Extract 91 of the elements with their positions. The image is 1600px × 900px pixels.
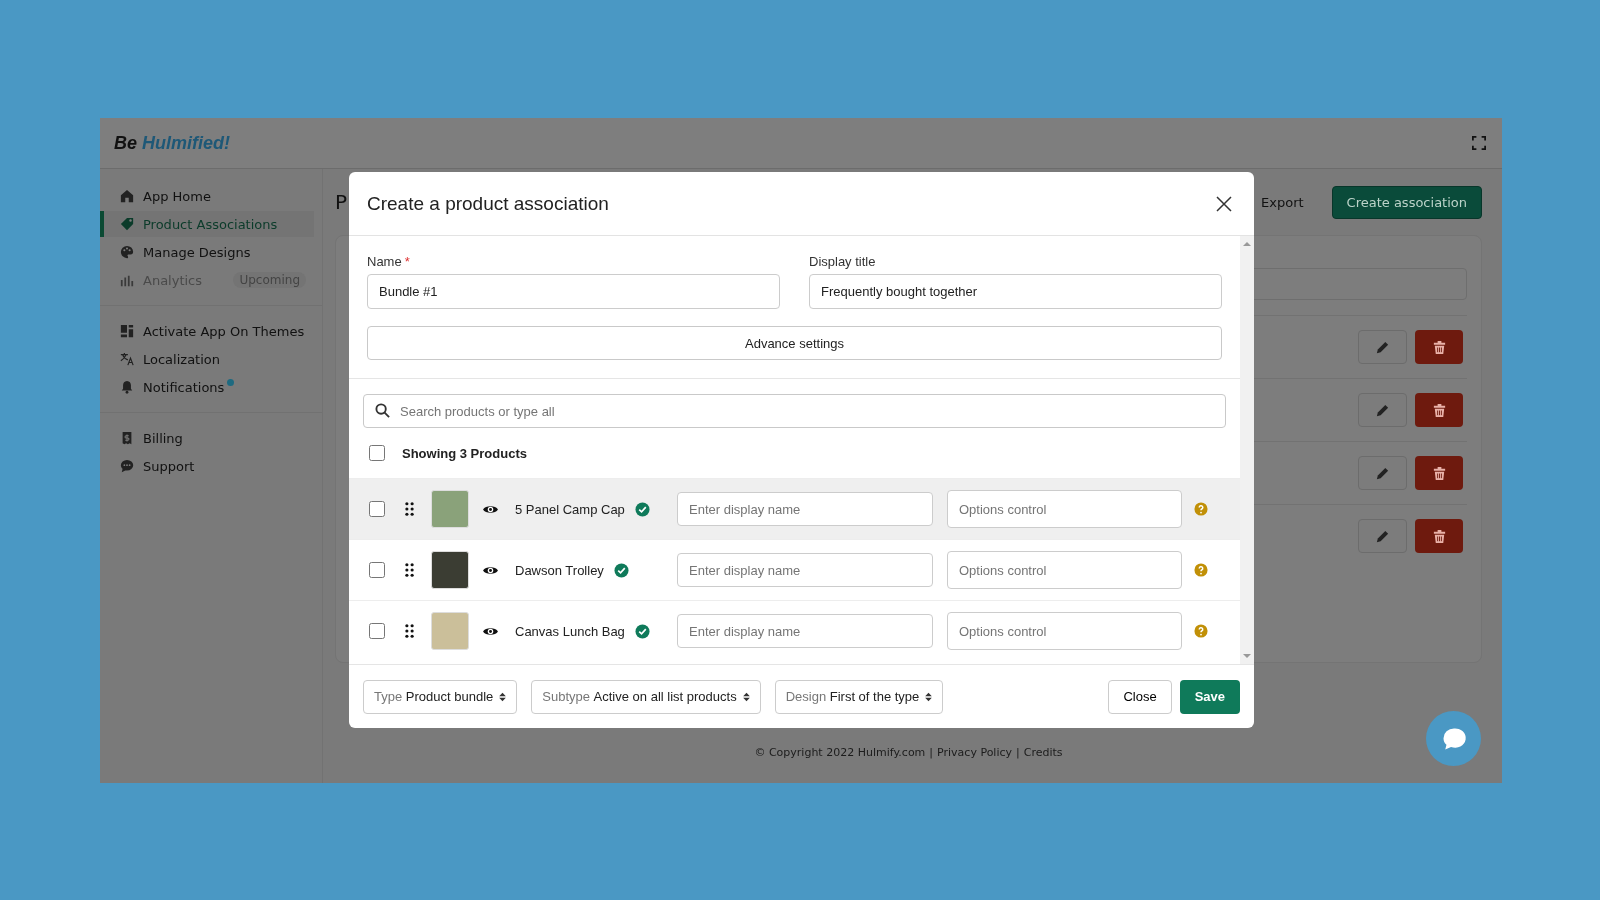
help-icon — [1194, 563, 1208, 577]
product-name: Canvas Lunch Bag — [515, 623, 625, 639]
field-label: Name * — [367, 254, 411, 269]
help-icon — [1194, 624, 1208, 638]
options-field[interactable]: Options control — [947, 612, 1182, 650]
fullscreen-icon[interactable] — [1472, 136, 1486, 150]
footer-link[interactable]: Privacy Policy — [937, 746, 1013, 759]
sidebar-item[interactable]: Notifications — [100, 374, 314, 400]
drag-handle-icon[interactable] — [405, 502, 414, 516]
sort-caret-icon — [742, 691, 750, 702]
options-field[interactable]: Options control — [947, 490, 1182, 528]
sidebar-item[interactable]: Support — [100, 453, 314, 479]
home-icon — [120, 189, 134, 203]
check-circle-icon — [634, 501, 650, 517]
save-button[interactable]: Save — [1179, 679, 1240, 714]
logo: Be Hulmified! — [114, 132, 230, 154]
footer-link[interactable]: Credits — [1023, 746, 1063, 759]
separator: | — [929, 746, 934, 759]
export-button[interactable]: Export — [1255, 193, 1310, 211]
dialog-title: Create a product association — [367, 192, 609, 215]
checkbox[interactable] — [369, 501, 385, 517]
photo-placeholder — [431, 551, 469, 589]
scroll-down-icon — [1243, 652, 1251, 660]
select-dropdown[interactable]: Design First of the type — [774, 679, 944, 714]
check-circle-icon — [634, 623, 650, 639]
tag-icon — [120, 217, 134, 231]
sidebar-item[interactable]: App Home — [100, 183, 314, 209]
photo-placeholder — [431, 490, 469, 528]
sort-caret-icon — [499, 691, 507, 702]
pencil-icon — [1375, 528, 1390, 544]
display-name-field[interactable]: Enter display name — [677, 492, 933, 526]
pencil-icon — [1375, 339, 1390, 355]
search-field[interactable]: Search products or type all — [363, 394, 1226, 428]
select-dropdown[interactable]: Subtype Active on all list products — [531, 679, 761, 714]
edit-button[interactable] — [1358, 456, 1407, 490]
trash-icon — [1431, 339, 1447, 355]
sidebar-item[interactable]: Manage Designs — [100, 239, 314, 265]
checkbox[interactable] — [369, 445, 385, 461]
required-mark: * — [404, 254, 410, 269]
sidebar-item[interactable]: Activate App On Themes — [100, 318, 314, 344]
product-name: 5 Panel Camp Cap — [515, 501, 625, 517]
scroll-up-icon — [1243, 240, 1251, 248]
display-name-field[interactable]: Enter display name — [677, 614, 933, 648]
pencil-icon — [1375, 465, 1390, 481]
trash-icon — [1431, 402, 1447, 418]
display-name-field[interactable]: Enter display name — [677, 553, 933, 587]
edit-button[interactable] — [1358, 519, 1407, 553]
options-field[interactable]: Options control — [947, 551, 1182, 589]
select-dropdown[interactable]: Type Product bundle — [363, 679, 518, 714]
delete-button[interactable] — [1415, 456, 1463, 490]
close-button[interactable]: Close — [1108, 679, 1172, 714]
product-count-label: Showing 3 Products — [402, 445, 527, 461]
bar-chart-icon — [120, 273, 134, 287]
create-association-button[interactable]: Create association — [1331, 185, 1482, 219]
sidebar-item[interactable]: Billing — [100, 425, 314, 451]
drag-handle-icon[interactable] — [405, 624, 414, 638]
edit-button[interactable] — [1358, 393, 1407, 427]
copyright-text: © Copyright 2022 Hulmify.com — [754, 746, 926, 759]
delete-button[interactable] — [1415, 393, 1463, 427]
checkbox[interactable] — [369, 623, 385, 639]
close-icon — [1216, 195, 1232, 212]
translate-icon — [120, 352, 134, 366]
edit-button[interactable] — [1358, 330, 1407, 364]
trash-icon — [1431, 528, 1447, 544]
notification-dot — [227, 379, 235, 386]
check-circle-icon — [613, 562, 629, 578]
sort-caret-icon — [925, 691, 933, 702]
palette-icon — [120, 245, 134, 259]
search-icon — [375, 403, 390, 418]
page-title: P — [335, 190, 348, 214]
field-label: Display title — [809, 254, 877, 269]
help-icon — [1194, 502, 1208, 516]
advance-settings-button[interactable]: Advance settings — [367, 326, 1222, 360]
text-field[interactable]: Bundle #1 — [367, 274, 780, 309]
receipt-icon — [120, 431, 134, 445]
delete-button[interactable] — [1415, 519, 1463, 553]
product-name: Dawson Trolley — [515, 562, 604, 578]
bell-icon — [120, 380, 134, 394]
scrollbar[interactable] — [1240, 236, 1254, 664]
layout-icon — [120, 324, 134, 338]
trash-icon — [1431, 465, 1447, 481]
separator: | — [1016, 746, 1020, 759]
sidebar-item[interactable]: Product Associations — [100, 211, 314, 237]
sidebar-item[interactable]: Localization — [100, 346, 314, 372]
pencil-icon — [1375, 402, 1390, 418]
chat-icon — [120, 459, 134, 473]
checkbox[interactable] — [369, 562, 385, 578]
text-field[interactable]: Frequently bought together — [809, 274, 1222, 309]
photo-placeholder — [431, 612, 469, 650]
delete-button[interactable] — [1415, 330, 1463, 364]
drag-handle-icon[interactable] — [405, 563, 414, 577]
